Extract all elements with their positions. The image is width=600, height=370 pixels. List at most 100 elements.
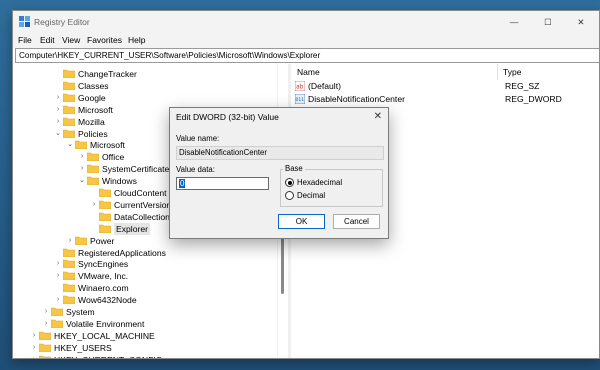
folder-icon <box>99 212 111 221</box>
tree-node[interactable]: › Google <box>53 92 106 104</box>
chevron-down-icon[interactable]: ⌄ <box>77 175 87 187</box>
folder-icon <box>63 129 75 138</box>
chevron-right-icon[interactable]: › <box>65 235 75 247</box>
chevron-right-icon[interactable]: › <box>53 258 63 270</box>
folder-icon <box>87 152 99 162</box>
tree-node[interactable]: › Power <box>65 235 115 247</box>
tree-node[interactable]: Explorer <box>89 222 150 235</box>
binary-value-icon: 011 <box>294 93 306 105</box>
dialog-title: Edit DWORD (32-bit) Value <box>176 112 279 122</box>
chevron-right-icon[interactable]: › <box>29 342 39 354</box>
tree-node[interactable]: › HKEY_USERS <box>29 342 112 354</box>
tree-node[interactable]: ChangeTracker <box>53 68 137 80</box>
tree-node[interactable]: › HKEY_LOCAL_MACHINE <box>29 330 155 342</box>
value-data-label: Value data: <box>176 165 215 174</box>
chevron-right-icon[interactable]: › <box>53 270 63 282</box>
column-header-name[interactable]: Name <box>297 66 320 78</box>
value-data-text: 0 <box>179 179 186 188</box>
tree-node[interactable]: Winaero.com <box>53 282 129 294</box>
chevron-right-icon[interactable]: › <box>53 92 63 104</box>
tree-node[interactable]: › SystemCertificates <box>77 163 174 175</box>
tree-node[interactable]: ⌄ Windows <box>77 175 137 187</box>
chevron-right-icon[interactable]: › <box>53 104 63 116</box>
tree-node-label: System <box>66 307 95 317</box>
tree-node[interactable]: › VMware, Inc. <box>53 270 128 282</box>
tree-node-label: Google <box>78 92 106 103</box>
folder-icon <box>63 69 75 78</box>
folder-icon <box>63 271 75 281</box>
chevron-right-icon[interactable]: › <box>53 116 63 128</box>
maximize-button[interactable]: ☐ <box>531 13 565 31</box>
minimize-button[interactable]: — <box>497 13 531 31</box>
tree-node[interactable]: › HKEY_CURRENT_CONFIG <box>29 354 162 358</box>
tree-node-label: CurrentVersion <box>114 199 172 210</box>
folder-icon <box>75 236 87 245</box>
tree-node-label: Office <box>102 152 125 163</box>
decimal-radio[interactable]: Decimal <box>285 190 325 201</box>
title-bar[interactable]: Registry Editor — ☐ ✕ <box>13 11 599 33</box>
tree-node-label: Policies <box>78 128 108 139</box>
chevron-down-icon[interactable]: ⌄ <box>53 128 63 140</box>
folder-icon <box>63 248 75 257</box>
menu-file[interactable]: File <box>18 35 32 45</box>
tree-node[interactable]: › Wow6432Node <box>53 294 137 306</box>
chevron-right-icon[interactable]: › <box>41 318 51 330</box>
tree-node-label: HKEY_LOCAL_MACHINE <box>54 330 155 341</box>
tree-node[interactable]: Classes <box>53 80 109 92</box>
chevron-right-icon[interactable]: › <box>29 330 39 342</box>
folder-icon <box>39 331 51 340</box>
tree-node[interactable]: › Microsoft <box>53 104 113 116</box>
menu-view[interactable]: View <box>62 35 80 45</box>
chevron-down-icon[interactable]: ⌄ <box>65 139 75 151</box>
tree-node[interactable]: › System <box>41 306 95 318</box>
folder-icon <box>75 140 87 150</box>
tree-node[interactable]: › Volatile Environment <box>41 318 145 330</box>
folder-icon <box>63 105 75 114</box>
tree-node-label: CloudContent <box>114 188 167 198</box>
tree-node-label: HKEY_CURRENT_CONFIG <box>54 354 162 358</box>
tree-node[interactable]: DataCollection <box>89 211 170 223</box>
hexadecimal-radio[interactable]: Hexadecimal <box>285 177 342 188</box>
close-button[interactable]: ✕ <box>564 13 598 31</box>
value-row[interactable]: 011 DisableNotificationCenter REG_DWORD <box>294 93 595 106</box>
binary-value-glyph: 011 <box>296 97 305 103</box>
cancel-button[interactable]: Cancel <box>333 214 380 229</box>
column-header-type[interactable]: Type <box>503 66 521 78</box>
chevron-right-icon[interactable]: › <box>41 306 51 318</box>
folder-icon <box>87 164 99 174</box>
menu-help[interactable]: Help <box>128 35 145 45</box>
tree-node-label: DataCollection <box>114 211 170 222</box>
tree-node[interactable]: › CurrentVersion <box>89 199 172 211</box>
chevron-right-icon[interactable]: › <box>53 294 63 306</box>
tree-node[interactable]: RegisteredApplications <box>53 247 166 259</box>
folder-icon <box>51 307 63 316</box>
chevron-right-icon[interactable]: › <box>77 151 87 163</box>
ok-button[interactable]: OK <box>278 214 325 229</box>
chevron-right-icon[interactable]: › <box>89 199 99 211</box>
folder-icon <box>39 355 51 358</box>
tree-node[interactable]: ⌄ Policies <box>53 128 108 140</box>
value-name: (Default) <box>308 81 341 91</box>
tree-node[interactable]: CloudContent <box>89 187 167 199</box>
tree-node[interactable]: ⌄ Microsoft <box>65 139 125 151</box>
folder-icon <box>87 176 99 186</box>
dialog-close-icon[interactable]: ✕ <box>374 111 382 122</box>
column-divider[interactable] <box>497 64 498 80</box>
address-bar[interactable]: Computer\HKEY_CURRENT_USER\Software\Poli… <box>15 48 599 63</box>
tree-node[interactable]: › SyncEngines <box>53 258 128 270</box>
tree-node-label: SystemCertificates <box>102 164 174 175</box>
chevron-right-icon[interactable]: › <box>29 354 39 358</box>
value-row[interactable]: ab (Default) REG_SZ <box>294 80 595 93</box>
value-data-input[interactable]: 0 <box>176 177 269 190</box>
tree-node[interactable]: › Office <box>77 151 124 163</box>
tree-node[interactable]: › Mozilla <box>53 116 105 128</box>
tree-node-label: Microsoft <box>90 140 125 151</box>
tree-node-label: SyncEngines <box>78 259 129 270</box>
chevron-right-icon[interactable]: › <box>77 163 87 175</box>
radio-unselected-icon <box>285 191 294 201</box>
menu-favorites[interactable]: Favorites <box>87 35 122 45</box>
tree-node-label: Windows <box>102 176 137 187</box>
radio-selected-icon <box>285 178 294 188</box>
menu-edit[interactable]: Edit <box>40 35 55 45</box>
value-name-field: DisableNotificationCenter <box>176 146 384 160</box>
